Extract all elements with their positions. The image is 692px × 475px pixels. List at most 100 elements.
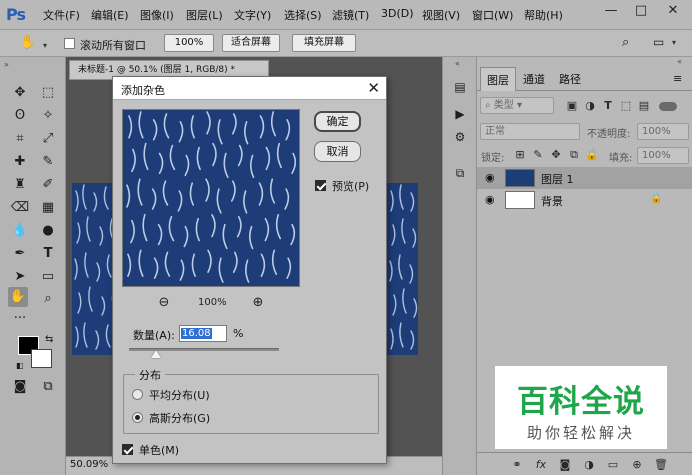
adjustment-filter-icon[interactable]: ◑	[583, 99, 597, 112]
healing-brush-tool-icon[interactable]: ✚	[10, 152, 30, 172]
menu-view[interactable]: 视图(V)	[422, 7, 460, 23]
fx-icon[interactable]: fx	[534, 458, 548, 471]
opacity-input[interactable]: 100%	[637, 123, 689, 140]
chevron-down-icon[interactable]: ▾	[672, 38, 676, 47]
preview-checkbox[interactable]	[315, 180, 326, 191]
tab-layers[interactable]: 图层	[480, 67, 516, 91]
zoom-tool-icon[interactable]: ⌕	[38, 289, 58, 309]
lock-artboard-icon[interactable]: ⧉	[567, 148, 581, 162]
adjustment-layer-icon[interactable]: ◑	[582, 458, 596, 471]
new-layer-icon[interactable]: ⊕	[630, 458, 644, 471]
close-icon[interactable]: ✕	[367, 79, 380, 97]
smart-object-filter-icon[interactable]: ▤	[637, 99, 651, 112]
background-color-swatch[interactable]	[31, 349, 52, 368]
close-window-icon[interactable]: ✕	[660, 2, 686, 22]
fill-screen-button[interactable]: 填充屏幕	[292, 34, 356, 52]
crop-tool-icon[interactable]: ⌗	[10, 129, 30, 149]
menu-3d[interactable]: 3D(D)	[381, 7, 414, 20]
menu-window[interactable]: 窗口(W)	[472, 7, 513, 23]
menu-filter[interactable]: 滤镜(T)	[332, 7, 369, 23]
gaussian-radio[interactable]	[132, 412, 143, 423]
amount-slider-thumb[interactable]	[151, 350, 161, 358]
more-tools-icon[interactable]: ···	[10, 309, 30, 329]
rectangle-tool-icon[interactable]: ▭	[38, 267, 58, 287]
type-filter-icon[interactable]: T	[601, 99, 615, 112]
move-tool-icon[interactable]: ✥	[10, 83, 30, 103]
eyedropper-tool-icon[interactable]: ⤢	[38, 129, 58, 149]
menu-file[interactable]: 文件(F)	[43, 7, 80, 23]
marquee-tool-icon[interactable]: ⬚	[38, 83, 58, 103]
chevron-down-icon[interactable]: ▾	[43, 41, 47, 50]
ok-button[interactable]: 确定	[314, 111, 361, 132]
magic-wand-tool-icon[interactable]: ✧	[38, 106, 58, 126]
history-panel-icon[interactable]: ▤	[450, 77, 470, 97]
menu-image[interactable]: 图像(I)	[140, 7, 174, 23]
minimize-icon[interactable]: —	[598, 2, 624, 22]
status-zoom[interactable]: 50.09%	[70, 459, 108, 470]
properties-panel-icon[interactable]: ⚙	[450, 127, 470, 147]
path-selection-tool-icon[interactable]: ➤	[10, 267, 30, 287]
visibility-eye-icon[interactable]: ◉	[485, 171, 495, 184]
menu-type[interactable]: 文字(Y)	[234, 7, 271, 23]
brush-tool-icon[interactable]: ✎	[38, 152, 58, 172]
panel-menu-icon[interactable]: ≡	[673, 72, 682, 85]
brush-panel-icon[interactable]: ⧉	[450, 163, 470, 183]
lasso-tool-icon[interactable]: ʘ	[10, 106, 30, 126]
menu-layer[interactable]: 图层(L)	[186, 7, 223, 23]
hand-tool-preset-icon[interactable]: ✋	[18, 33, 38, 53]
layer-kind-filter[interactable]: ⌕ 类型 ▾	[480, 97, 554, 114]
cancel-button[interactable]: 取消	[314, 141, 361, 162]
lock-position-icon[interactable]: ✥	[549, 148, 563, 161]
pixel-filter-icon[interactable]: ▣	[565, 99, 579, 112]
type-tool-icon[interactable]: T	[38, 244, 58, 264]
tab-paths[interactable]: 路径	[559, 71, 581, 87]
scroll-all-windows-checkbox[interactable]	[64, 38, 75, 49]
collapse-icon[interactable]: »	[4, 60, 9, 69]
pen-tool-icon[interactable]: ✒	[10, 244, 30, 264]
layer-row[interactable]: ◉ 背景 🔒	[477, 189, 692, 211]
filter-toggle[interactable]	[659, 102, 677, 111]
monochrome-checkbox[interactable]	[122, 444, 133, 455]
blend-mode-select[interactable]: 正常	[480, 123, 580, 140]
collapse-icon[interactable]: «	[677, 57, 682, 66]
shape-filter-icon[interactable]: ⬚	[619, 99, 633, 112]
hand-tool-icon[interactable]: ✋	[8, 287, 28, 307]
actions-panel-icon[interactable]: ▶	[450, 104, 470, 124]
blur-tool-icon[interactable]: 💧	[10, 221, 30, 241]
menu-edit[interactable]: 编辑(E)	[91, 7, 129, 23]
workspace-icon[interactable]: ▭	[653, 35, 664, 49]
link-layers-icon[interactable]: ⚭	[510, 458, 524, 471]
swap-colors-icon[interactable]: ⇆	[45, 334, 53, 345]
zoom-in-icon[interactable]: ⊕	[250, 295, 266, 310]
fit-screen-button[interactable]: 适合屏幕	[222, 34, 280, 52]
maximize-icon[interactable]: □	[628, 2, 654, 22]
zoom-out-icon[interactable]: ⊖	[156, 295, 172, 310]
default-colors-icon[interactable]: ◧	[16, 361, 24, 370]
search-icon[interactable]: ⌕	[622, 35, 629, 50]
dodge-tool-icon[interactable]: ●	[38, 221, 58, 241]
uniform-radio[interactable]	[132, 389, 143, 400]
lock-image-icon[interactable]: ✎	[531, 148, 545, 161]
lock-all-icon[interactable]: 🔒	[585, 148, 599, 161]
clone-stamp-tool-icon[interactable]: ♜	[10, 175, 30, 195]
trash-icon[interactable]: 🗑	[654, 458, 668, 471]
dialog-titlebar[interactable]: 添加杂色 ✕	[113, 77, 386, 100]
tab-channels[interactable]: 通道	[523, 71, 545, 87]
zoom-100-button[interactable]: 100%	[164, 34, 214, 52]
quick-mask-icon[interactable]: ◙	[10, 377, 30, 397]
fill-input[interactable]: 100%	[637, 147, 689, 164]
group-icon[interactable]: ▭	[606, 458, 620, 471]
collapse-icon[interactable]: «	[455, 59, 460, 68]
lock-transparent-icon[interactable]: ⊞	[513, 148, 527, 161]
visibility-eye-icon[interactable]: ◉	[485, 193, 495, 206]
layer-row[interactable]: ◉ 图层 1	[477, 167, 692, 189]
eraser-tool-icon[interactable]: ⌫	[10, 198, 30, 218]
menu-select[interactable]: 选择(S)	[284, 7, 322, 23]
gradient-tool-icon[interactable]: ▦	[38, 198, 58, 218]
screen-mode-icon[interactable]: ⧉	[38, 377, 58, 397]
layer-mask-icon[interactable]: ◙	[558, 458, 572, 471]
filter-preview[interactable]	[122, 109, 300, 287]
amount-input[interactable]: 16.08	[179, 325, 227, 342]
history-brush-tool-icon[interactable]: ✐	[38, 175, 58, 195]
menu-help[interactable]: 帮助(H)	[524, 7, 563, 23]
